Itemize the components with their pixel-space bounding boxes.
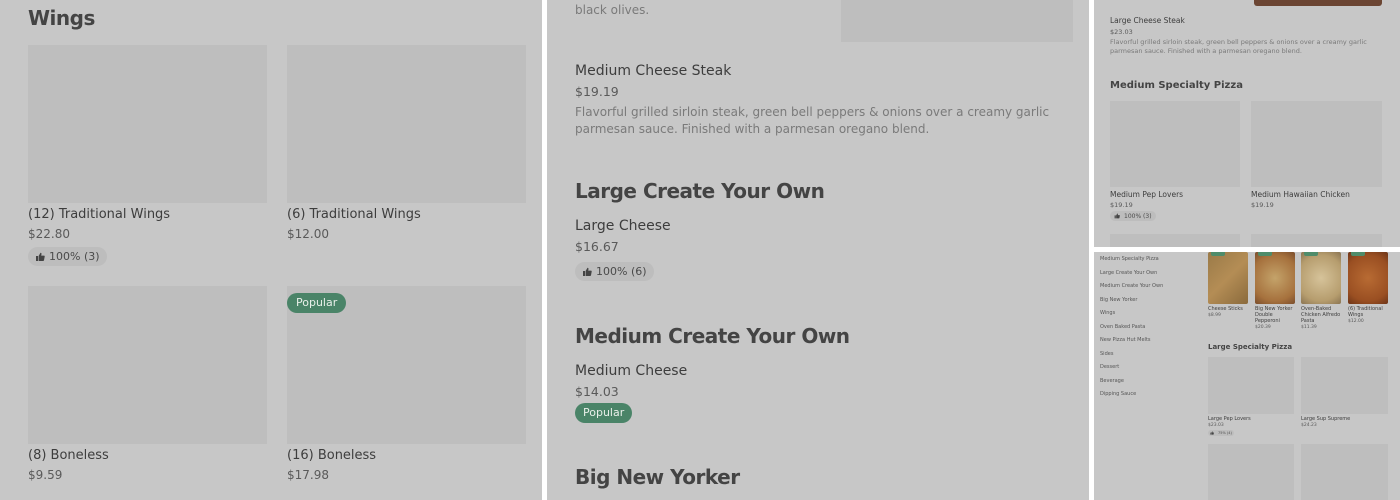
- menu-item-name[interactable]: Medium Cheese: [575, 363, 687, 379]
- menu-item-price: $12.00: [287, 227, 329, 241]
- menu-item-image[interactable]: [1208, 357, 1294, 414]
- breadsticks-image[interactable]: [1208, 252, 1248, 304]
- section-title-medium-specialty-pizza: Medium Specialty Pizza: [1110, 80, 1243, 91]
- thumbs-up-icon: [1210, 431, 1214, 435]
- rating-badge: 100% (3): [1110, 211, 1156, 221]
- rating-badge: 75% (4): [1208, 430, 1234, 436]
- nav-item[interactable]: Large Create Your Own: [1100, 270, 1157, 276]
- menu-item-name[interactable]: Cheese Sticks: [1208, 306, 1248, 312]
- nav-item[interactable]: Medium Create Your Own: [1100, 283, 1163, 289]
- menu-item-name[interactable]: Large Sup Supreme: [1301, 416, 1388, 422]
- menu-item-image[interactable]: [28, 286, 267, 444]
- rating-badge: 100% (3): [28, 247, 107, 266]
- menu-item-price: $22.80: [28, 227, 70, 241]
- nav-item[interactable]: Wings: [1100, 310, 1115, 316]
- nav-item[interactable]: Oven Baked Pasta: [1100, 324, 1145, 330]
- menu-item-price: $23.03: [1110, 28, 1133, 36]
- rating-text: 100% (6): [596, 265, 647, 278]
- menu-item-price: $17.98: [287, 468, 329, 482]
- rating-text: 100% (3): [49, 250, 100, 263]
- full-menu-panel: Medium Specialty Pizza Large Create Your…: [1094, 252, 1400, 500]
- menu-item-name[interactable]: Medium Hawaiian Chicken: [1251, 190, 1350, 199]
- nav-item[interactable]: Dessert: [1100, 364, 1119, 370]
- pizza-image[interactable]: [1255, 252, 1295, 304]
- wings-panel: Wings (12) Traditional Wings $22.80 100%…: [0, 0, 542, 500]
- nav-item[interactable]: Sides: [1100, 351, 1113, 357]
- rating-text: 75% (4): [1218, 431, 1232, 435]
- menu-item-image[interactable]: [1301, 444, 1388, 500]
- menu-item-price: $11.39: [1301, 325, 1317, 330]
- menu-item-image[interactable]: [841, 0, 1073, 42]
- specialty-panel: Large Cheese Steak $23.03 Flavorful gril…: [1094, 0, 1400, 247]
- nav-item[interactable]: Medium Specialty Pizza: [1100, 256, 1159, 262]
- thumbs-up-icon: [583, 267, 592, 276]
- menu-item-price: $8.99: [1208, 313, 1221, 318]
- menu-item-name[interactable]: (12) Traditional Wings: [28, 207, 170, 222]
- section-title-medium-create-your-own: Medium Create Your Own: [575, 324, 850, 348]
- menu-item-price: $19.19: [575, 84, 619, 99]
- nav-item[interactable]: Dipping Sauce: [1100, 391, 1136, 397]
- pasta-image[interactable]: [1301, 252, 1341, 304]
- menu-item-price: $12.00: [1348, 319, 1364, 324]
- menu-item-image[interactable]: [1254, 0, 1382, 6]
- menu-item-name[interactable]: (16) Boneless: [287, 448, 376, 463]
- nav-item[interactable]: Beverage: [1100, 378, 1124, 384]
- menu-item-description: Flavorful grilled sirloin steak, green b…: [1110, 38, 1367, 55]
- menu-item-name[interactable]: (8) Boneless: [28, 448, 109, 463]
- section-title-large-specialty-pizza: Large Specialty Pizza: [1208, 343, 1293, 351]
- menu-item-image[interactable]: [1301, 357, 1388, 414]
- menu-item-image[interactable]: [1251, 101, 1382, 187]
- menu-item-name[interactable]: (6) Traditional Wings: [1348, 306, 1388, 318]
- popular-badge: Popular: [575, 403, 633, 423]
- menu-item-price: $9.59: [28, 468, 63, 482]
- menu-item-name[interactable]: Medium Pep Lovers: [1110, 190, 1183, 199]
- menu-item-image[interactable]: [1110, 234, 1240, 247]
- menu-item-image[interactable]: [1208, 444, 1294, 500]
- menu-item-price: $14.03: [575, 384, 619, 399]
- menu-item-price: $20.39: [1255, 325, 1271, 330]
- menu-item-image[interactable]: [1110, 101, 1240, 187]
- nav-item[interactable]: Big New Yorker: [1100, 297, 1137, 303]
- section-title-large-create-your-own: Large Create Your Own: [575, 179, 825, 203]
- menu-item-image[interactable]: [28, 45, 267, 203]
- thumbs-up-icon: [36, 252, 45, 261]
- menu-list-panel: black olives. Medium Cheese Steak $19.19…: [547, 0, 1089, 500]
- wings-image[interactable]: [1348, 252, 1388, 304]
- rating-badge: 100% (6): [575, 262, 654, 281]
- menu-item-name[interactable]: Large Cheese: [575, 218, 671, 234]
- section-title-wings: Wings: [28, 6, 95, 30]
- menu-item-price: $24.23: [1301, 423, 1317, 428]
- menu-item-image[interactable]: [1251, 234, 1382, 247]
- nav-item[interactable]: New Pizza Hut Melts: [1100, 337, 1151, 343]
- section-title-big-new-yorker: Big New Yorker: [575, 465, 740, 489]
- menu-item-price: $23.03: [1208, 423, 1224, 428]
- thumbs-up-icon: [1114, 213, 1120, 219]
- menu-item-name[interactable]: Oven-Baked Chicken Alfredo Pasta: [1301, 306, 1341, 324]
- menu-item-price: $19.19: [1251, 201, 1274, 209]
- menu-item-name[interactable]: Large Cheese Steak: [1110, 16, 1185, 25]
- menu-item-name[interactable]: Big New Yorker Double Pepperoni: [1255, 306, 1295, 324]
- menu-item-price: $16.67: [575, 239, 619, 254]
- menu-item-name[interactable]: Large Pep Lovers: [1208, 416, 1294, 422]
- popular-badge: Popular: [287, 293, 347, 313]
- menu-item-image[interactable]: [287, 45, 526, 203]
- menu-item-name[interactable]: (6) Traditional Wings: [287, 207, 421, 222]
- menu-item-description: Flavorful grilled sirloin steak, green b…: [575, 105, 1050, 136]
- rating-text: 100% (3): [1124, 212, 1152, 220]
- menu-item-price: $19.19: [1110, 201, 1133, 209]
- menu-item-name[interactable]: Medium Cheese Steak: [575, 63, 731, 79]
